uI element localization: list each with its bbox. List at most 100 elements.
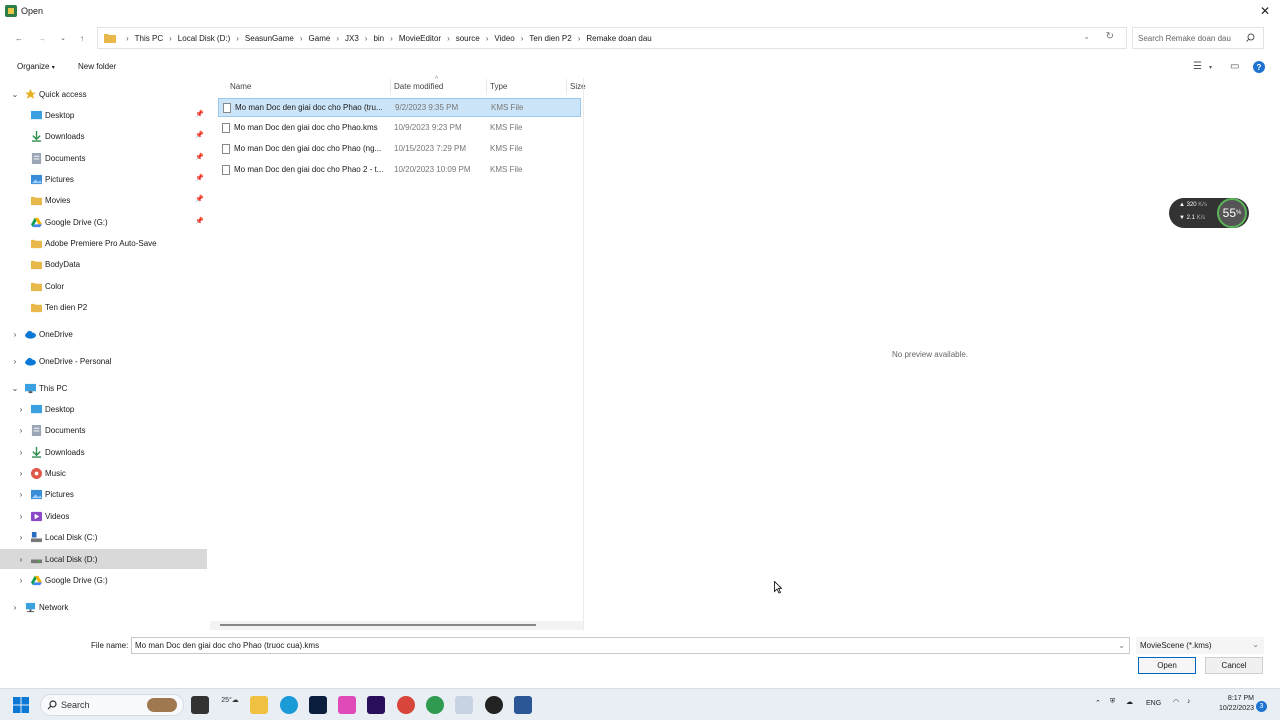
preview-pane-icon[interactable]: ▭: [1230, 61, 1239, 72]
task-view-icon[interactable]: [191, 696, 209, 714]
column-divider[interactable]: [390, 79, 391, 95]
nav-item-desktop[interactable]: Desktop 📌: [0, 105, 207, 125]
nav-onedrive[interactable]: › OneDrive: [0, 324, 207, 344]
premiere-icon[interactable]: [367, 696, 385, 714]
security-icon[interactable]: ⛨: [1110, 698, 1115, 706]
edge-icon[interactable]: [280, 696, 298, 714]
nav-pc-local-disk-c[interactable]: › Local Disk (C:): [0, 527, 207, 547]
view-dropdown-icon[interactable]: ▾: [1209, 64, 1212, 71]
nav-item-ten-dien-p2[interactable]: Ten dien P2: [0, 297, 207, 317]
nav-item-documents[interactable]: Documents 📌: [0, 148, 207, 168]
column-divider[interactable]: [486, 79, 487, 95]
photoshop-icon[interactable]: [309, 696, 327, 714]
help-icon[interactable]: ?: [1253, 61, 1265, 73]
weather-icon[interactable]: 25°☁: [221, 696, 239, 714]
breadcrumb-item[interactable]: › This PC: [120, 34, 163, 43]
nav-pc-documents[interactable]: › Documents: [0, 420, 207, 440]
word-icon[interactable]: [514, 696, 532, 714]
volume-icon[interactable]: ♪: [1187, 698, 1191, 705]
chevron-right-icon[interactable]: ›: [11, 329, 19, 339]
nav-item-bodydata[interactable]: BodyData: [0, 254, 207, 274]
up-arrow-icon[interactable]: ↑: [75, 30, 89, 46]
breadcrumb-item[interactable]: › SeasunGame: [230, 34, 294, 43]
taskbar-search[interactable]: Search: [40, 694, 184, 716]
nav-this-pc[interactable]: ⌄ This PC: [0, 378, 207, 398]
nav-quick-access[interactable]: ⌄ Quick access: [0, 84, 207, 104]
breadcrumb-item[interactable]: › JX3: [330, 34, 358, 43]
wifi-icon[interactable]: ◠: [1173, 698, 1179, 706]
breadcrumb-item[interactable]: › bin: [359, 34, 384, 43]
chevron-down-icon[interactable]: ⌄: [11, 383, 19, 393]
close-icon[interactable]: ✕: [1260, 4, 1270, 18]
new-folder-button[interactable]: New folder: [78, 62, 116, 71]
column-header-date[interactable]: Date modified: [394, 82, 443, 91]
chevron-right-icon[interactable]: ›: [17, 532, 25, 542]
organize-button[interactable]: Organize ▾: [17, 62, 55, 71]
nav-network[interactable]: › Network: [0, 597, 207, 617]
cancel-button[interactable]: Cancel: [1205, 657, 1263, 674]
horizontal-scrollbar-thumb[interactable]: [220, 624, 536, 626]
column-divider[interactable]: [566, 79, 567, 95]
language-indicator[interactable]: ENG: [1146, 700, 1161, 707]
chevron-right-icon[interactable]: ›: [17, 447, 25, 457]
column-header-name[interactable]: Name: [230, 82, 251, 91]
nav-item-google-drive[interactable]: Google Drive (G:) 📌: [0, 212, 207, 232]
chevron-right-icon[interactable]: ›: [17, 575, 25, 585]
search-input[interactable]: Search Remake doan dau: [1132, 27, 1264, 49]
file-row[interactable]: Mo man Doc den giai doc cho Phao 2 - t..…: [218, 161, 581, 180]
breadcrumb-item[interactable]: › Game: [294, 34, 330, 43]
chevron-right-icon[interactable]: ›: [17, 404, 25, 414]
nav-item-downloads[interactable]: Downloads 📌: [0, 126, 207, 146]
tray-overflow-icon[interactable]: ⌃: [1095, 699, 1101, 707]
chevron-right-icon[interactable]: ›: [17, 489, 25, 499]
nav-pc-desktop[interactable]: › Desktop: [0, 399, 207, 419]
file-row[interactable]: Mo man Doc den giai doc cho Phao (tru...…: [218, 98, 581, 117]
breadcrumb-item[interactable]: › Local Disk (D:): [163, 34, 230, 43]
file-name-field[interactable]: Mo man Doc den giai doc cho Phao (truoc …: [131, 637, 1130, 654]
nav-pc-local-disk-d[interactable]: › Local Disk (D:): [0, 549, 207, 569]
onedrive-icon[interactable]: ☁: [1126, 698, 1133, 706]
breadcrumb-item[interactable]: › Video: [480, 34, 515, 43]
nav-item-color[interactable]: Color: [0, 276, 207, 296]
chevron-right-icon[interactable]: ›: [17, 425, 25, 435]
refresh-icon[interactable]: ↻: [1106, 31, 1114, 42]
chevron-right-icon[interactable]: ›: [11, 602, 19, 612]
chevron-right-icon[interactable]: ›: [17, 511, 25, 521]
app-icon[interactable]: [485, 696, 503, 714]
file-row[interactable]: Mo man Doc den giai doc cho Phao.kms 10/…: [218, 119, 581, 138]
chevron-right-icon[interactable]: ›: [17, 468, 25, 478]
chrome-icon[interactable]: [397, 696, 415, 714]
file-row[interactable]: Mo man Doc den giai doc cho Phao (ng... …: [218, 140, 581, 159]
chevron-right-icon[interactable]: ›: [11, 356, 19, 366]
notification-badge[interactable]: 3: [1256, 701, 1267, 712]
back-arrow-icon[interactable]: ←: [12, 30, 26, 46]
forward-arrow-icon[interactable]: →: [35, 30, 49, 46]
nav-onedrive-personal[interactable]: › OneDrive - Personal: [0, 351, 207, 371]
recent-locations-chevron-icon[interactable]: ⌄: [56, 30, 70, 46]
chevron-right-icon[interactable]: ›: [17, 554, 25, 564]
clock[interactable]: 8:17 PM 10/22/2023: [1200, 694, 1254, 714]
file-type-select[interactable]: MovieScene (*.kms) ⌄: [1136, 637, 1264, 654]
chevron-down-icon[interactable]: ⌄: [1252, 640, 1259, 649]
file-explorer-icon[interactable]: [250, 696, 268, 714]
nav-pc-music[interactable]: › Music: [0, 463, 207, 483]
nav-pc-videos[interactable]: › Videos: [0, 506, 207, 526]
chevron-down-icon[interactable]: ⌄: [1118, 641, 1125, 650]
view-options-icon[interactable]: ☰: [1193, 61, 1202, 72]
nav-pc-pictures[interactable]: › Pictures: [0, 484, 207, 504]
windows-start-icon[interactable]: [13, 697, 29, 713]
network-speed-widget[interactable]: ▲ 320 K/s ▼ 2.1 K/s 55%: [1169, 198, 1249, 228]
active-app-icon[interactable]: [455, 696, 473, 714]
nav-item-pictures[interactable]: Pictures 📌: [0, 169, 207, 189]
nav-item-premiere-autosave[interactable]: Adobe Premiere Pro Auto-Save: [0, 233, 207, 253]
chrome-profile-icon[interactable]: [426, 696, 444, 714]
breadcrumb-item[interactable]: › source: [441, 34, 480, 43]
address-bar[interactable]: › This PC › Local Disk (D:) › SeasunGame › G…: [97, 27, 1127, 49]
breadcrumb-item[interactable]: › Remake doan dau: [572, 34, 652, 43]
breadcrumb-item[interactable]: › MovieEditor: [384, 34, 441, 43]
address-dropdown-icon[interactable]: ⌄: [1083, 32, 1090, 41]
nav-pc-google-drive[interactable]: › Google Drive (G:): [0, 570, 207, 590]
nav-pc-downloads[interactable]: › Downloads: [0, 442, 207, 462]
open-button[interactable]: Open: [1138, 657, 1196, 674]
nav-item-movies[interactable]: Movies 📌: [0, 190, 207, 210]
